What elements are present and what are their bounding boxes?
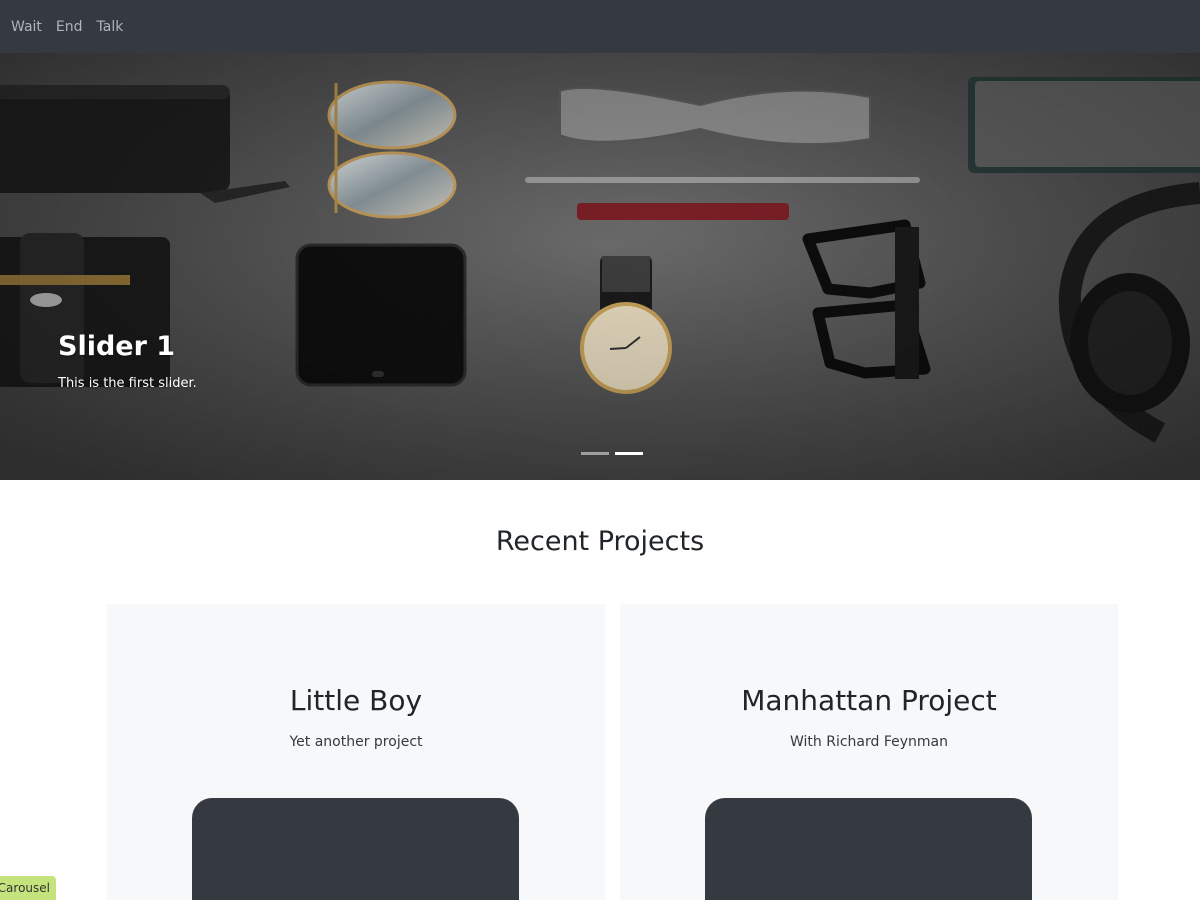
- carousel-badge[interactable]: Carousel: [0, 876, 56, 900]
- red-stick-shape: [577, 203, 789, 220]
- nav-links: Wait End Talk: [11, 0, 123, 53]
- notebook-shape: [968, 77, 1200, 173]
- hero-carousel[interactable]: Slider 1 This is the first slider.: [0, 53, 1200, 480]
- phone-shape: [295, 243, 467, 387]
- slide-caption: Slider 1 This is the first slider.: [58, 331, 197, 391]
- project-card-subtitle: Yet another project: [289, 734, 423, 750]
- top-navbar: Wait End Talk: [0, 0, 1200, 53]
- project-card-manhattan-project: Manhattan Project With Richard Feynman: [620, 604, 1118, 900]
- carousel-indicators: [581, 452, 643, 455]
- carousel-indicator-1[interactable]: [581, 452, 609, 455]
- nav-link-wait[interactable]: Wait: [11, 19, 42, 35]
- project-card-title: Manhattan Project: [741, 684, 997, 717]
- nav-link-talk[interactable]: Talk: [97, 19, 124, 35]
- carousel-slide-image: [0, 53, 1200, 480]
- project-preview-box: [705, 798, 1032, 900]
- nav-link-end[interactable]: End: [56, 19, 83, 35]
- project-preview-box: [192, 798, 519, 900]
- pen-shape: [525, 177, 920, 183]
- project-card-little-boy: Little Boy Yet another project: [107, 604, 605, 900]
- slide-title: Slider 1: [58, 331, 176, 362]
- project-card-title: Little Boy: [289, 684, 423, 717]
- project-card-subtitle: With Richard Feynman: [790, 734, 948, 750]
- section-title: Recent Projects: [495, 526, 705, 557]
- carousel-indicator-2[interactable]: [615, 452, 643, 455]
- slide-description: This is the first slider.: [58, 376, 197, 391]
